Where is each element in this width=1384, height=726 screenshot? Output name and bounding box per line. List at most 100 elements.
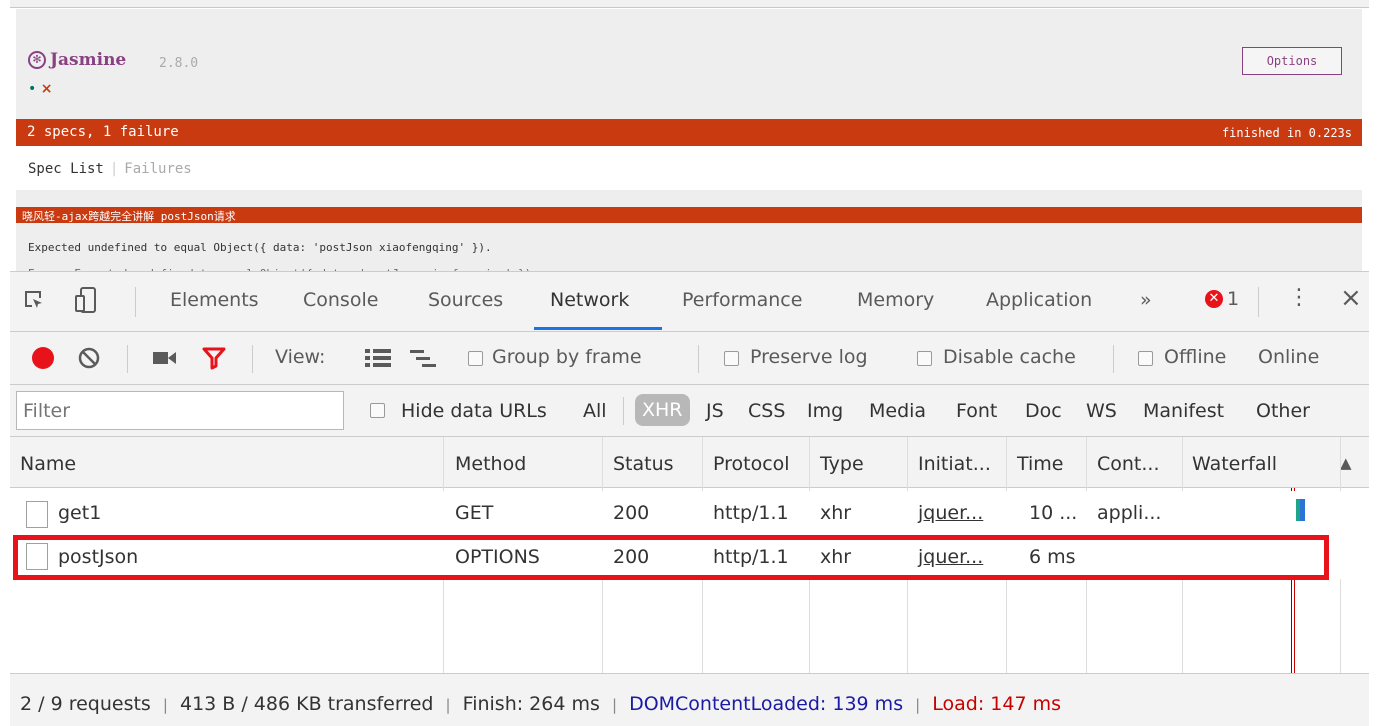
tab-sources[interactable]: Sources <box>428 289 503 311</box>
finished-time: finished in 0.223s <box>1221 126 1352 140</box>
error-indicator[interactable]: ✕ 1 <box>1205 288 1239 310</box>
tab-application[interactable]: Application <box>986 289 1092 311</box>
error-icon: ✕ <box>1205 290 1223 308</box>
sort-ascending-icon[interactable]: ▲ <box>1340 454 1352 472</box>
summary-finish: Finish: 264 ms <box>462 693 600 715</box>
close-icon[interactable]: × <box>1340 283 1362 313</box>
offline-label: Offline <box>1164 346 1227 368</box>
tab-memory[interactable]: Memory <box>857 289 934 311</box>
summary-separator: | <box>445 696 451 714</box>
jasmine-logo: ✻ Jasmine <box>28 50 126 70</box>
group-by-frame-checkbox[interactable] <box>468 351 483 366</box>
inspect-element-icon[interactable] <box>23 289 45 311</box>
preserve-log-label: Preserve log <box>750 346 868 368</box>
filter-bar: Hide data URLs All XHR JS CSS Img Media … <box>10 385 1369 437</box>
annotation-highlight-box <box>13 535 1329 580</box>
tab-elements[interactable]: Elements <box>170 289 259 311</box>
column-time[interactable]: Time <box>1017 453 1064 475</box>
hide-data-urls-checkbox[interactable] <box>370 403 385 418</box>
offline-checkbox[interactable] <box>1138 351 1153 366</box>
preserve-log-checkbox[interactable] <box>724 351 739 366</box>
request-name[interactable]: get1 <box>58 502 101 524</box>
waterfall-bar-download <box>1300 499 1305 521</box>
toolbar-separator <box>127 345 128 373</box>
request-method: GET <box>455 502 494 524</box>
filter-type-font[interactable]: Font <box>956 400 997 422</box>
network-toolbar: View: Group by frame Preserve log Disabl… <box>10 332 1369 385</box>
tab-separator <box>1258 287 1259 317</box>
filter-type-img[interactable]: Img <box>807 400 843 422</box>
summary-transferred: 413 B / 486 KB transferred <box>179 693 434 715</box>
spec-fail-dot[interactable]: × <box>41 81 53 97</box>
summary-dom-content-loaded: DOMContentLoaded: 139 ms <box>629 693 904 715</box>
overview-icon[interactable] <box>410 348 436 368</box>
view-label: View: <box>275 346 326 368</box>
failure-message: Expected undefined to equal Object({ dat… <box>28 241 492 254</box>
column-type[interactable]: Type <box>820 453 864 475</box>
network-summary-bar: 2 / 9 requests | 413 B / 486 KB transfer… <box>10 673 1369 726</box>
clear-icon[interactable] <box>78 347 100 369</box>
summary-load: Load: 147 ms <box>932 693 1061 715</box>
spec-list-link[interactable]: Spec List <box>28 161 104 177</box>
tab-separator <box>135 287 136 317</box>
record-icon[interactable] <box>32 347 54 369</box>
summary-separator: | <box>611 696 618 714</box>
table-row[interactable]: get1 GET 200 http/1.1 xhr jquer... 10 ..… <box>10 491 1369 535</box>
failures-link[interactable]: Failures <box>124 161 191 177</box>
devtools-tab-bar: Elements Console Sources Network Perform… <box>10 272 1369 332</box>
tab-performance[interactable]: Performance <box>682 289 802 311</box>
column-name[interactable]: Name <box>20 453 76 475</box>
filter-type-js[interactable]: JS <box>706 400 724 422</box>
hide-data-urls-label: Hide data URLs <box>401 400 547 422</box>
summary-requests: 2 / 9 requests <box>20 693 151 715</box>
jasmine-page: ✻ Jasmine 2.8.0 • × Options 2 specs, 1 f… <box>16 9 1362 271</box>
tab-console[interactable]: Console <box>303 289 378 311</box>
device-toolbar-icon[interactable] <box>74 286 100 314</box>
spec-pass-dot[interactable]: • <box>28 81 36 97</box>
throttling-select[interactable]: Online <box>1258 346 1319 368</box>
results-menu: Spec List | Failures <box>16 146 1362 190</box>
column-status[interactable]: Status <box>613 453 674 475</box>
capture-screenshots-icon[interactable] <box>153 350 177 366</box>
filter-type-ws[interactable]: WS <box>1086 400 1117 422</box>
request-table-header: Name Method Status Protocol Type Initiat… <box>10 437 1369 488</box>
filter-separator <box>623 397 624 425</box>
column-waterfall[interactable]: Waterfall <box>1192 453 1277 475</box>
summary-text: 2 specs, 1 failure <box>27 124 179 140</box>
column-content-type[interactable]: Cont... <box>1097 453 1160 475</box>
summary-bar: 2 specs, 1 failure finished in 0.223s <box>16 119 1362 146</box>
filter-input[interactable] <box>16 391 344 430</box>
filter-type-other[interactable]: Other <box>1256 400 1310 422</box>
failure-title[interactable]: 晓风轻-ajax跨越完全讲解 postJson请求 <box>16 207 1362 223</box>
large-request-rows-icon[interactable] <box>365 348 391 368</box>
disable-cache-checkbox[interactable] <box>917 351 932 366</box>
column-method[interactable]: Method <box>455 453 526 475</box>
filter-type-media[interactable]: Media <box>869 400 926 422</box>
request-protocol: http/1.1 <box>713 502 789 524</box>
filter-type-css[interactable]: CSS <box>748 400 785 422</box>
filter-type-xhr[interactable]: XHR <box>635 394 690 426</box>
group-by-frame-label: Group by frame <box>492 346 642 368</box>
column-protocol[interactable]: Protocol <box>713 453 790 475</box>
request-type: xhr <box>820 502 852 524</box>
summary-separator: | <box>162 696 168 714</box>
document-icon <box>26 501 48 528</box>
menu-separator: | <box>109 161 119 177</box>
filter-icon[interactable] <box>202 346 226 370</box>
filter-type-manifest[interactable]: Manifest <box>1143 400 1224 422</box>
tab-network[interactable]: Network <box>550 289 629 311</box>
jasmine-logo-text: Jasmine <box>50 50 127 70</box>
request-time: 10 ... <box>1029 502 1078 524</box>
filter-type-all[interactable]: All <box>583 400 607 422</box>
options-button[interactable]: Options <box>1242 47 1342 75</box>
error-count: 1 <box>1227 288 1240 310</box>
filter-type-doc[interactable]: Doc <box>1025 400 1062 422</box>
column-initiator[interactable]: Initiat... <box>918 453 991 475</box>
summary-separator: | <box>915 696 921 714</box>
browser-chrome-strip <box>10 0 1369 8</box>
spec-dots: • × <box>28 81 52 97</box>
more-tabs-icon[interactable]: » <box>1140 289 1152 311</box>
request-initiator-link[interactable]: jquer... <box>918 502 983 524</box>
customize-menu-icon[interactable]: ⋮ <box>1288 285 1310 310</box>
devtools-panel: Elements Console Sources Network Perform… <box>10 271 1369 726</box>
